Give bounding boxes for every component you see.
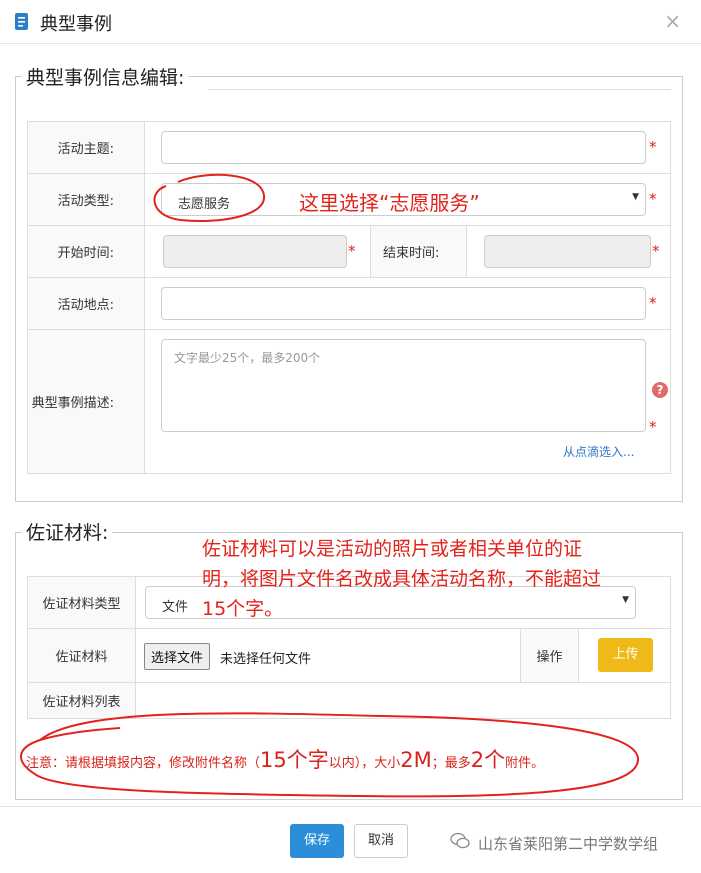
theme-cell: * bbox=[144, 121, 671, 174]
end-time-cell: * bbox=[466, 225, 671, 278]
notice-emph1: 15个字 bbox=[260, 748, 329, 772]
save-button[interactable]: 保存 bbox=[290, 824, 344, 858]
dialog-title: 典型事例 bbox=[40, 14, 112, 35]
close-icon[interactable]: × bbox=[664, 9, 681, 33]
document-icon bbox=[15, 13, 28, 30]
notice-part1: 注意：请根据填报内容，修改附件名称（ bbox=[26, 756, 261, 771]
location-input[interactable] bbox=[161, 287, 646, 320]
evidence-file-cell: 选择文件 未选择任何文件 bbox=[135, 628, 521, 683]
pick-from-dots-link[interactable]: 从点滴选入... bbox=[563, 443, 634, 460]
location-label: 活动地点: bbox=[27, 277, 145, 330]
description-textarea[interactable]: 文字最少25个，最多200个 bbox=[161, 339, 646, 432]
notice-part2: 以内），大小 bbox=[328, 756, 401, 771]
end-time-label: 结束时间: bbox=[370, 225, 467, 278]
required-mark: * bbox=[649, 138, 657, 156]
chevron-down-icon: ▼ bbox=[632, 192, 639, 202]
footer-divider bbox=[0, 806, 701, 807]
no-file-text: 未选择任何文件 bbox=[220, 652, 312, 667]
type-label: 活动类型: bbox=[27, 173, 145, 226]
start-time-cell: * bbox=[144, 225, 371, 278]
description-label: 典型事例描述: bbox=[27, 329, 145, 474]
evidence-list-cell bbox=[135, 682, 671, 719]
material-hint-line-1: 佐证材料可以是活动的照片或者相关单位的证 bbox=[202, 538, 583, 560]
help-icon[interactable]: ? bbox=[652, 382, 668, 398]
evidence-type-label: 佐证材料类型 bbox=[27, 576, 136, 629]
notice-part4: 附件。 bbox=[505, 756, 545, 771]
operation-label: 操作 bbox=[520, 628, 579, 683]
location-cell: * bbox=[144, 277, 671, 330]
cancel-button[interactable]: 取消 bbox=[354, 824, 408, 858]
evidence-table: 佐证材料类型 文件 ▼ 佐证材料 选择文件 未选择任何文件 操作 上传 佐证材料… bbox=[27, 576, 671, 719]
upload-button[interactable]: 上传 bbox=[598, 638, 653, 672]
notice-part3: ；最多 bbox=[431, 756, 471, 771]
activity-type-value: 志愿服务 bbox=[178, 197, 231, 212]
material-hint-line-3: 15个字。 bbox=[202, 598, 284, 620]
evidence-list-label: 佐证材料列表 bbox=[27, 682, 136, 719]
required-mark: * bbox=[649, 418, 657, 436]
required-mark: * bbox=[649, 190, 657, 208]
start-time-label: 开始时间: bbox=[27, 225, 145, 278]
wechat-icon bbox=[450, 832, 470, 849]
case-info-legend: 典型事例信息编辑: bbox=[22, 63, 189, 90]
required-mark: * bbox=[348, 242, 356, 260]
required-mark: * bbox=[652, 242, 660, 260]
notice-emph2: 2M bbox=[400, 748, 432, 772]
choose-file-button[interactable]: 选择文件 bbox=[144, 643, 211, 670]
material-hint-line-2: 明，将图片文件名改成具体活动名称，不能超过 bbox=[202, 568, 602, 590]
start-time-input[interactable] bbox=[163, 235, 347, 268]
upload-cell: 上传 bbox=[578, 628, 671, 683]
typical-case-dialog: 典型事例 × 典型事例信息编辑: 活动主题: * 活动类型: 志愿服务 ▼ * … bbox=[0, 0, 701, 873]
chevron-down-icon: ▼ bbox=[622, 595, 629, 605]
dialog-header: 典型事例 × bbox=[0, 0, 701, 44]
theme-input[interactable] bbox=[161, 131, 646, 164]
evidence-type-value: 文件 bbox=[162, 600, 189, 615]
legend-divider bbox=[208, 89, 671, 90]
theme-label: 活动主题: bbox=[27, 121, 145, 174]
description-placeholder: 文字最少25个，最多200个 bbox=[174, 351, 321, 365]
type-hint-annotation: 这里选择“志愿服务” bbox=[299, 191, 480, 215]
evidence-legend: 佐证材料: bbox=[22, 518, 113, 545]
required-mark: * bbox=[649, 294, 657, 312]
end-time-input[interactable] bbox=[484, 235, 651, 268]
watermark-text: 山东省莱阳第二中学数学组 bbox=[478, 835, 659, 853]
notice-emph3: 2个 bbox=[470, 748, 506, 772]
evidence-file-label: 佐证材料 bbox=[27, 628, 136, 683]
case-info-table: 活动主题: * 活动类型: 志愿服务 ▼ * 开始时间: * 结束时间: * 活… bbox=[27, 121, 671, 474]
attachment-notice: 注意：请根据填报内容，修改附件名称（15个字以内），大小2M；最多2个附件。 bbox=[26, 744, 544, 774]
description-cell: 文字最少25个，最多200个 ? * 从点滴选入... bbox=[144, 329, 671, 474]
